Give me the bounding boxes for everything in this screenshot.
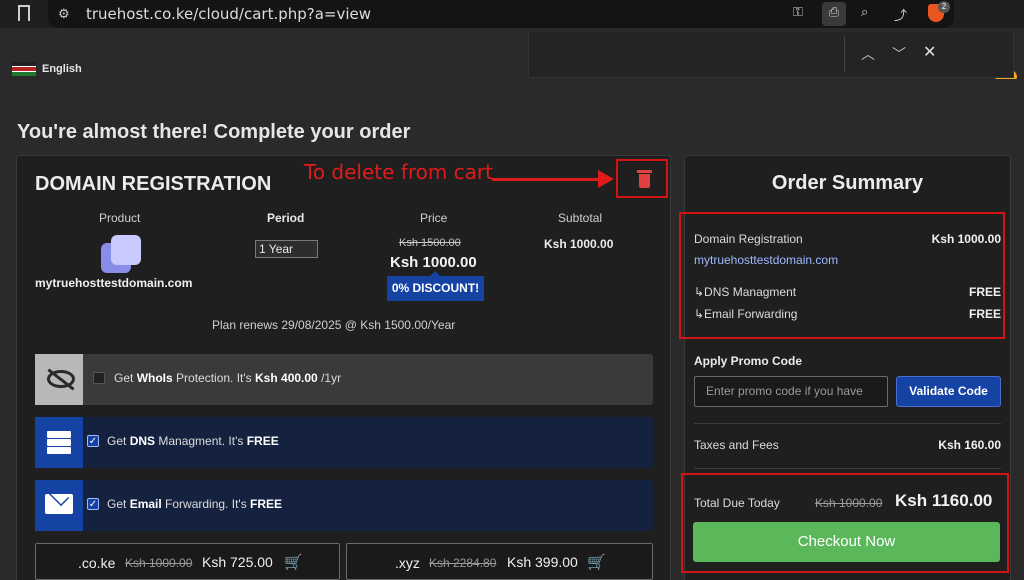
summary-title: Order Summary [771, 172, 924, 194]
summary-email-label: ↳Email Forwarding [694, 307, 798, 321]
period-select[interactable]: 1 Year [255, 240, 318, 258]
column-subtotal: Subtotal [558, 211, 603, 225]
trash-icon[interactable] [637, 170, 652, 188]
summary-divider [694, 468, 1001, 469]
column-period: Period [267, 211, 305, 225]
tld-suggestion-xyz[interactable]: .xyz Ksh 2284.80 Ksh 399.00 🛒 [346, 543, 653, 580]
page-title: You're almost there! Complete your order [17, 121, 411, 143]
envelope-icon [35, 480, 83, 531]
discount-badge: 0% DISCOUNT! [387, 276, 484, 301]
summary-dns-value: FREE [968, 285, 1001, 299]
language-selector[interactable]: English [42, 63, 82, 75]
renewal-note: Plan renews 29/08/2025 @ Ksh 1500.00/Yea… [212, 318, 456, 332]
total-label: Total Due Today [694, 496, 780, 510]
checkout-button[interactable]: Checkout Now [693, 522, 1000, 562]
validate-code-button[interactable]: Validate Code [896, 376, 1001, 407]
kenya-flag-icon[interactable] [12, 62, 36, 76]
tld-price: Ksh 399.00 [507, 554, 578, 570]
tld-old-price: Ksh 1000.00 [125, 556, 193, 570]
close-icon[interactable]: ✕ [923, 42, 936, 61]
find-bar [528, 32, 1014, 78]
tld-name: .xyz [395, 555, 420, 571]
summary-domain: mytruehosttestdomain.com [694, 253, 839, 267]
column-product: Product [99, 211, 141, 225]
chevron-up-icon[interactable]: ︿ [861, 44, 875, 64]
addon-whois-text: Get WhoIs Protection. It's Ksh 400.00 /1… [114, 371, 342, 385]
annotation-arrow [492, 178, 600, 181]
summary-divider [694, 423, 1001, 424]
addon-email[interactable]: ✓ Get Email Forwarding. It's FREE [35, 480, 653, 531]
cart-icon[interactable]: 🛒 [284, 553, 303, 571]
taxes-label: Taxes and Fees [694, 438, 779, 452]
total-old-price: Ksh 1000.00 [815, 496, 883, 510]
bookmark-icon[interactable] [18, 5, 30, 21]
share-icon[interactable]: ⤴ [894, 5, 907, 24]
server-icon [35, 417, 83, 468]
column-price: Price [420, 211, 448, 225]
cart-domain-name: mytruehosttestdomain.com [35, 276, 193, 290]
find-bar-divider [844, 36, 845, 72]
tld-price: Ksh 725.00 [202, 554, 273, 570]
new-price: Ksh 1000.00 [390, 254, 477, 271]
dns-checkbox[interactable]: ✓ [87, 435, 99, 447]
item-subtotal: Ksh 1000.00 [544, 237, 614, 251]
email-checkbox[interactable]: ✓ [87, 498, 99, 510]
cart-icon[interactable]: 🛒 [587, 553, 606, 571]
summary-dns-label: ↳DNS Managment [694, 285, 797, 299]
addon-dns-text: Get DNS Managment. It's FREE [107, 434, 279, 448]
key-icon[interactable]: ⚿ [793, 5, 803, 20]
annotation-text: To delete from cart [304, 160, 493, 184]
eye-slash-icon [35, 354, 83, 405]
site-info-icon[interactable]: ⚙ [58, 6, 70, 22]
summary-email-value: FREE [968, 307, 1001, 321]
addon-dns[interactable]: ✓ Get DNS Managment. It's FREE [35, 417, 653, 468]
reader-mode-icon[interactable]: ⎙ [822, 2, 846, 26]
chevron-down-icon[interactable]: ﹀ [892, 44, 906, 64]
promo-code-input[interactable]: Enter promo code if you have [694, 376, 888, 407]
old-price: Ksh 1500.00 [399, 237, 461, 249]
domain-product-icon [101, 235, 141, 275]
summary-item-value: Ksh 1000.00 [931, 232, 1001, 246]
zoom-icon[interactable]: ⌕ [861, 5, 868, 20]
summary-item-label: Domain Registration [694, 232, 803, 246]
total-due: Ksh 1160.00 [895, 491, 993, 510]
addon-whois[interactable]: Get WhoIs Protection. It's Ksh 400.00 /1… [35, 354, 653, 405]
url-text[interactable]: truehost.co.ke/cloud/cart.php?a=view [86, 5, 371, 23]
taxes-value: Ksh 160.00 [938, 438, 1001, 452]
tld-old-price: Ksh 2284.80 [429, 556, 497, 570]
whois-checkbox[interactable] [93, 372, 105, 384]
tld-name: .co.ke [78, 555, 116, 571]
extension-badge: 2 [938, 1, 950, 13]
annotation-arrowhead [598, 170, 614, 188]
section-title: DOMAIN REGISTRATION [35, 173, 272, 195]
tld-suggestion-coke[interactable]: .co.ke Ksh 1000.00 Ksh 725.00 🛒 [35, 543, 340, 580]
promo-label: Apply Promo Code [694, 354, 803, 368]
addon-email-text: Get Email Forwarding. It's FREE [107, 497, 283, 511]
